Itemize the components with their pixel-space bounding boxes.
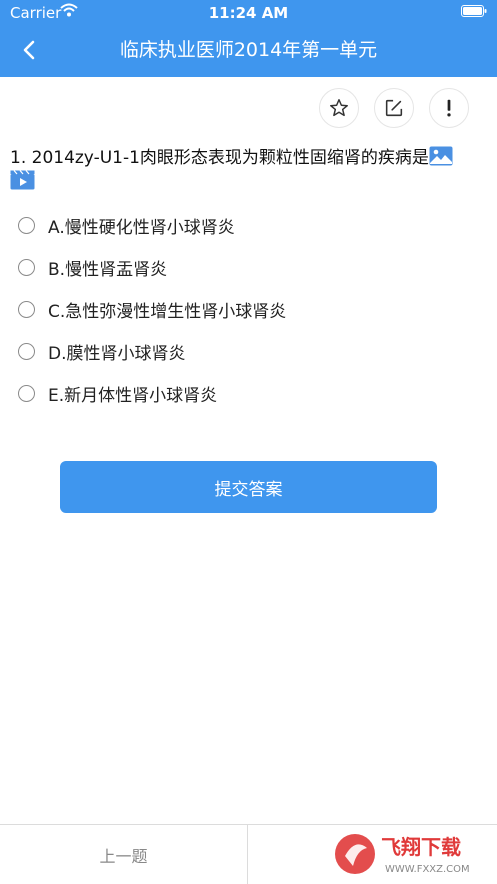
submit-answer-button[interactable]: 提交答案 bbox=[60, 461, 437, 513]
svg-text:WWW.FXXZ.COM: WWW.FXXZ.COM bbox=[385, 864, 470, 875]
option-e[interactable]: E.新月体性肾小球肾炎 bbox=[18, 378, 478, 408]
note-button[interactable] bbox=[374, 88, 414, 128]
option-b[interactable]: B.慢性肾盂肾炎 bbox=[18, 252, 478, 282]
watermark-logo: 飞翔下载 WWW.FXXZ.COM bbox=[335, 834, 470, 875]
radio-icon[interactable] bbox=[18, 300, 35, 318]
chevron-left-icon[interactable] bbox=[18, 38, 42, 62]
status-bar: Carrier 11:24 AM bbox=[0, 0, 497, 26]
radio-icon[interactable] bbox=[18, 384, 35, 402]
question-text: 1. 2014zy-U1-1肉眼形态表现为颗粒性固缩肾的疾病是 bbox=[10, 148, 429, 168]
option-d[interactable]: D.膜性肾小球肾炎 bbox=[18, 336, 478, 366]
star-icon bbox=[330, 99, 348, 117]
page-title: 临床执业医师2014年第一单元 bbox=[119, 39, 378, 61]
previous-question-button[interactable]: 上一题 bbox=[0, 825, 248, 884]
battery-icon bbox=[461, 5, 487, 17]
option-label: E.新月体性肾小球肾炎 bbox=[48, 385, 218, 406]
option-label: C.急性弥漫性增生性肾小球肾炎 bbox=[48, 301, 287, 322]
image-icon[interactable] bbox=[429, 146, 453, 166]
radio-icon[interactable] bbox=[18, 258, 35, 276]
edit-icon bbox=[385, 99, 403, 117]
video-icon[interactable] bbox=[10, 170, 35, 190]
favorite-button[interactable] bbox=[319, 88, 359, 128]
option-a[interactable]: A.慢性硬化性肾小球肾炎 bbox=[18, 210, 478, 240]
radio-icon[interactable] bbox=[18, 216, 35, 234]
exclamation-icon bbox=[447, 99, 451, 117]
option-label: B.慢性肾盂肾炎 bbox=[48, 259, 168, 280]
header: Carrier 11:24 AM 临床执业医师2014年第一单元 bbox=[0, 0, 497, 77]
option-label: A.慢性硬化性肾小球肾炎 bbox=[48, 217, 235, 238]
option-label: D.膜性肾小球肾炎 bbox=[48, 343, 186, 364]
svg-text:飞翔下载: 飞翔下载 bbox=[381, 835, 461, 859]
report-button[interactable] bbox=[429, 88, 469, 128]
option-c[interactable]: C.急性弥漫性增生性肾小球肾炎 bbox=[18, 294, 478, 324]
question-toolbar bbox=[319, 88, 479, 128]
status-time: 11:24 AM bbox=[208, 4, 289, 22]
radio-icon[interactable] bbox=[18, 342, 35, 360]
question-stem: 1. 2014zy-U1-1肉眼形态表现为颗粒性固缩肾的疾病是 bbox=[10, 146, 490, 190]
